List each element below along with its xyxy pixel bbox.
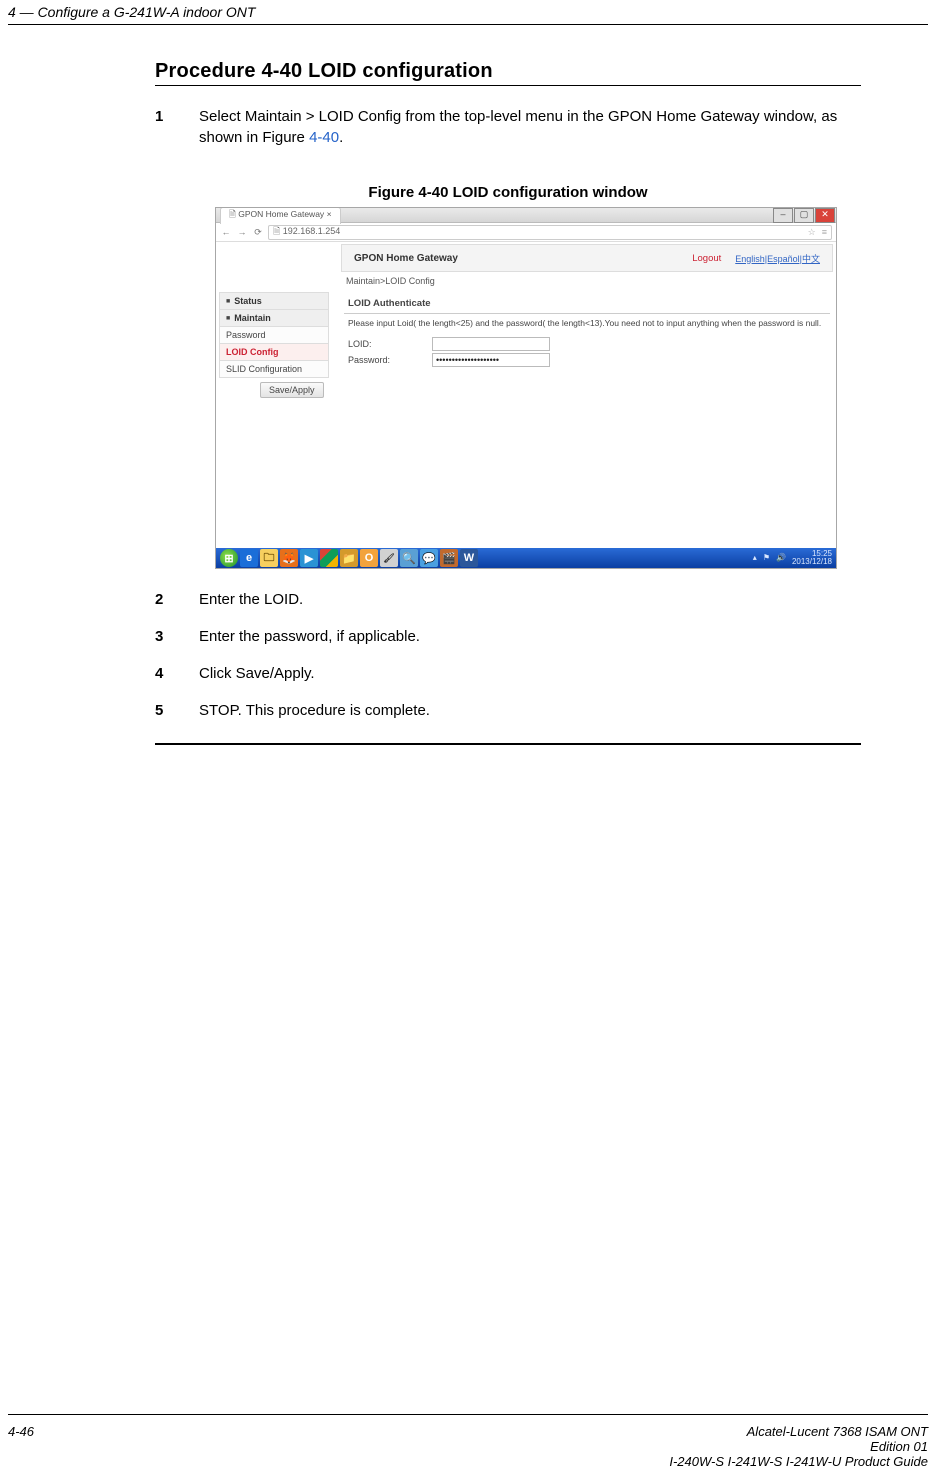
video-icon[interactable]: 🎬 (440, 549, 458, 567)
browser-toolbar: ← → ⟳ 🗎 192.168.1.254 ☆ ≡ (216, 223, 836, 242)
window-minimize-button[interactable]: – (773, 208, 793, 223)
paint-icon[interactable]: 🖌 (380, 549, 398, 567)
sidebar-item-loid-config[interactable]: LOID Config (219, 344, 329, 361)
running-header: 4 — Configure a G-241W-A indoor ONT (8, 4, 255, 20)
magnifier-icon[interactable]: 🔍 (400, 549, 418, 567)
step-number: 5 (155, 700, 199, 721)
loid-input[interactable] (432, 337, 550, 351)
start-button-icon[interactable]: ⊞ (220, 549, 238, 567)
windows-taskbar: ⊞ e 🗀 🦊 ▶ 📁 O 🖌 🔍 💬 🎬 W ▴ ⚑ (216, 548, 836, 568)
password-label: Password: (348, 355, 418, 365)
figure-reference-link[interactable]: 4-40 (309, 129, 339, 146)
chrome-icon[interactable] (320, 549, 338, 567)
word-icon[interactable]: W (460, 549, 478, 567)
menu-icon[interactable]: ≡ (822, 227, 827, 238)
sidebar-item-slid-configuration[interactable]: SLID Configuration (219, 361, 329, 378)
step-row: 5 STOP. This procedure is complete. (155, 700, 861, 721)
language-links[interactable]: English|Español|中文 (735, 252, 820, 265)
logout-link[interactable]: Logout (692, 253, 721, 264)
procedure-end-rule (155, 743, 861, 745)
sidebar-item-status[interactable]: Status (219, 292, 329, 310)
step-row: 2 Enter the LOID. (155, 589, 861, 610)
save-apply-button[interactable]: Save/Apply (260, 382, 324, 398)
address-text: 🗎 192.168.1.254 (273, 224, 340, 240)
sidebar: Status Maintain Password LOID Config SLI… (219, 292, 329, 378)
window-controls: – ▢ ✕ (773, 208, 836, 223)
header-rule (8, 24, 928, 25)
window-close-button[interactable]: ✕ (815, 208, 835, 223)
step-text: Select Maintain > LOID Config from the t… (199, 106, 861, 148)
loid-field-row: LOID: (344, 336, 830, 352)
step-number: 1 (155, 106, 199, 148)
gateway-header: GPON Home Gateway Logout English|Español… (341, 244, 833, 272)
footer-line3: I-240W-S I-241W-S I-241W-U Product Guide (669, 1454, 928, 1469)
step-number: 4 (155, 663, 199, 684)
step-text: Click Save/Apply. (199, 663, 861, 684)
step-row: 3 Enter the password, if applicable. (155, 626, 861, 647)
address-bar[interactable]: 🗎 192.168.1.254 ☆ ≡ (268, 225, 832, 240)
footer-rule (8, 1414, 928, 1415)
sidebar-item-maintain[interactable]: Maintain (219, 310, 329, 327)
messenger-icon[interactable]: 💬 (420, 549, 438, 567)
taskbar-date: 2013/12/18 (792, 558, 832, 566)
gateway-title: GPON Home Gateway (354, 253, 458, 264)
browser-titlebar: 🗎 GPON Home Gateway × – ▢ ✕ (216, 208, 836, 223)
tray-volume-icon[interactable]: 🔊 (776, 554, 786, 562)
nav-back-icon[interactable]: ← (220, 226, 232, 238)
tray-arrow-icon[interactable]: ▴ (753, 554, 757, 562)
step-text: STOP. This procedure is complete. (199, 700, 861, 721)
explorer-icon[interactable]: 🗀 (260, 549, 278, 567)
footer-line2: Edition 01 (669, 1439, 928, 1454)
ie-icon[interactable]: e (240, 549, 258, 567)
breadcrumb: Maintain>LOID Config (346, 276, 435, 286)
page-body: GPON Home Gateway Logout English|Español… (216, 242, 836, 550)
procedure-rule (155, 85, 861, 86)
panel-instruction: Please input Loid( the length<25) and th… (344, 314, 830, 336)
loid-config-screenshot: 🗎 GPON Home Gateway × – ▢ ✕ ← → ⟳ 🗎 192.… (215, 207, 837, 569)
nav-reload-icon[interactable]: ⟳ (252, 226, 264, 238)
step-row: 1 Select Maintain > LOID Config from the… (155, 106, 861, 148)
firefox-icon[interactable]: 🦊 (280, 549, 298, 567)
page-footer: 4-46 Alcatel-Lucent 7368 ISAM ONT Editio… (8, 1424, 928, 1469)
password-input[interactable] (432, 353, 550, 367)
page-number: 4-46 (8, 1424, 34, 1469)
sidebar-item-password[interactable]: Password (219, 327, 329, 344)
window-maximize-button[interactable]: ▢ (794, 208, 814, 223)
step-text: Enter the password, if applicable. (199, 626, 861, 647)
outlook-icon[interactable]: O (360, 549, 378, 567)
folder2-icon[interactable]: 📁 (340, 549, 358, 567)
step-number: 3 (155, 626, 199, 647)
step-text-after: . (339, 129, 343, 146)
browser-tab-title: GPON Home Gateway (238, 209, 324, 219)
password-field-row: Password: (344, 352, 830, 368)
browser-tab[interactable]: 🗎 GPON Home Gateway × (220, 207, 341, 224)
loid-panel: LOID Authenticate Please input Loid( the… (344, 294, 830, 368)
media-icon[interactable]: ▶ (300, 549, 318, 567)
loid-label: LOID: (348, 339, 418, 349)
panel-title: LOID Authenticate (344, 294, 830, 314)
footer-line1: Alcatel-Lucent 7368 ISAM ONT (669, 1424, 928, 1439)
figure-caption: Figure 4-40 LOID configuration window (155, 184, 861, 201)
procedure-title: Procedure 4-40 LOID configuration (155, 60, 861, 83)
doc-icon: 🗎 (229, 209, 238, 219)
star-icon[interactable]: ☆ (808, 227, 816, 238)
step-text-before: Select Maintain > LOID Config from the t… (199, 108, 837, 146)
tab-close-icon[interactable]: × (327, 209, 332, 219)
nav-forward-icon[interactable]: → (236, 226, 248, 238)
step-row: 4 Click Save/Apply. (155, 663, 861, 684)
tray-flag-icon[interactable]: ⚑ (763, 554, 770, 562)
step-number: 2 (155, 589, 199, 610)
step-text: Enter the LOID. (199, 589, 861, 610)
system-tray[interactable]: ▴ ⚑ 🔊 15:25 2013/12/18 (753, 550, 832, 566)
taskbar-clock[interactable]: 15:25 2013/12/18 (792, 550, 832, 566)
